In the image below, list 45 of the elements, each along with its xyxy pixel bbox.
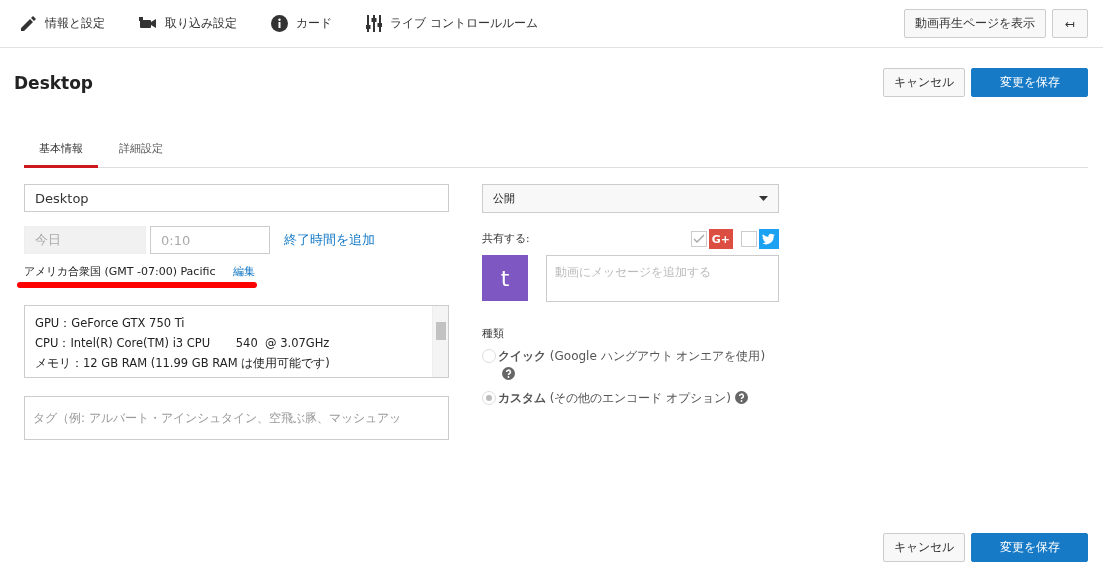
tab[interactable]: 基本情報 — [24, 133, 98, 168]
sliders-icon — [366, 15, 382, 32]
page-title: Desktop — [14, 72, 95, 93]
cancel-button[interactable]: キャンセル — [883, 68, 965, 97]
share-checkbox[interactable] — [741, 231, 757, 247]
description-line: CPU：Intel(R) Core(TM) i3 CPU 540 @ 3.07GHz — [35, 335, 331, 352]
message-field[interactable]: 動画にメッセージを追加する — [546, 255, 779, 302]
toolbar-label: カード — [296, 15, 332, 32]
help-icon[interactable] — [502, 367, 515, 380]
view-video-button[interactable]: 動画再生ページを表示 — [904, 9, 1046, 38]
toolbar-link[interactable]: 情報と設定 — [20, 15, 105, 32]
save-button[interactable]: 変更を保存 — [971, 68, 1088, 97]
avatar: t — [482, 255, 528, 301]
google-plus-icon: G+ — [708, 229, 733, 249]
toolbar-label: 取り込み設定 — [165, 15, 237, 32]
help-icon[interactable] — [735, 391, 748, 404]
cancel-button[interactable]: キャンセル — [883, 533, 965, 562]
time-field[interactable]: 0:10 — [150, 226, 270, 254]
tab[interactable]: 詳細設定 — [104, 133, 178, 168]
pencil-icon — [20, 15, 37, 32]
description-line: メモリ：12 GB RAM (11.99 GB RAM は使用可能です) — [35, 355, 331, 372]
toolbar-link[interactable]: 取り込み設定 — [139, 15, 237, 32]
edit-link[interactable]: 編集 — [233, 264, 256, 279]
radio-label: クイック (Google ハングアウト オンエアを使用) — [498, 349, 766, 363]
date-field: 今日 — [24, 226, 146, 254]
back-button[interactable]: ↤ — [1052, 9, 1088, 38]
info-icon — [271, 15, 288, 32]
timezone-text: アメリカ合衆国 (GMT -07:00) Pacific — [24, 264, 216, 279]
toolbar-link[interactable]: カード — [271, 15, 332, 32]
scrollbar[interactable] — [432, 306, 448, 377]
caret-icon — [759, 196, 768, 201]
description-field[interactable]: GPU：GeForce GTX 750 Ti CPU：Intel(R) Core(TM) i3 CPU 540 @ 3.07GHz メモリ：12 GB RAM (11.99 GB RAM は使用可能です) — [24, 305, 449, 378]
type-label: 種類 — [482, 326, 505, 341]
tags-field[interactable]: タグ（例: アルバート・アインシュタイン、空飛ぶ豚、マッシュアッ — [24, 396, 449, 440]
video-camera-icon — [139, 17, 157, 30]
save-button[interactable]: 変更を保存 — [971, 533, 1088, 562]
toolbar-label: 情報と設定 — [45, 15, 105, 32]
share-checkbox[interactable] — [690, 231, 707, 247]
description-line: GPU：GeForce GTX 750 Ti — [35, 315, 186, 332]
bird-icon — [759, 229, 779, 249]
privacy-dropdown[interactable]: 公開 — [482, 184, 779, 213]
add-end-time-link[interactable]: 終了時間を追加 — [284, 231, 375, 249]
title-field[interactable]: Desktop — [24, 184, 449, 212]
radio-label: カスタム (その他のエンコード オプション) — [498, 391, 731, 405]
share-label: 共有する: — [482, 232, 531, 246]
